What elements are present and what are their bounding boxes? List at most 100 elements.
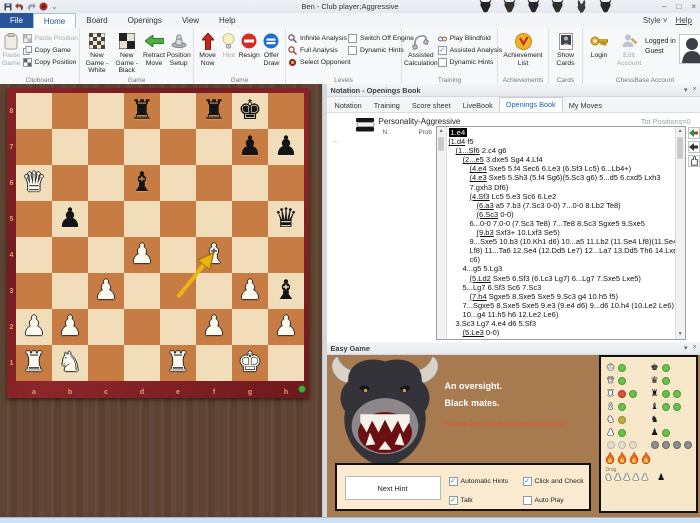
- tab-openings-book[interactable]: Openings Book: [499, 97, 563, 112]
- select-opponent-button[interactable]: Select Opponent: [288, 58, 346, 67]
- tab-training[interactable]: Training: [368, 99, 406, 112]
- move-line[interactable]: (4.e3 Sxe5 5.Sh3 (5.f4 Sg6)(5.Sc3 g6) 5.…: [447, 173, 675, 182]
- checkbox-icon[interactable]: [438, 58, 447, 67]
- moves-right-scrollbar[interactable]: ▲ ▼: [675, 127, 685, 339]
- minimize-button[interactable]: –: [662, 2, 666, 11]
- tab-score-sheet[interactable]: Score sheet: [406, 99, 457, 112]
- board-square-c7[interactable]: [88, 129, 124, 165]
- board-square-b4[interactable]: [52, 237, 88, 273]
- chess-piece-wP-g3[interactable]: ♟: [232, 273, 268, 309]
- help-menu[interactable]: Help: [676, 16, 692, 25]
- maximize-button[interactable]: □: [676, 2, 681, 11]
- moves-left-scrollbar[interactable]: ▲: [437, 127, 447, 339]
- scroll-up-icon[interactable]: ▲: [438, 128, 445, 135]
- board-square-b7[interactable]: [52, 129, 88, 165]
- checkbox-icon[interactable]: [523, 496, 532, 505]
- chess-piece-wN-b1[interactable]: ♞: [52, 345, 88, 381]
- move-line[interactable]: 10...g4 11.h5 h6 12.Le2 Le6): [447, 310, 675, 319]
- tab-my-moves[interactable]: My Moves: [563, 99, 608, 112]
- paste-position-button[interactable]: Paste Position: [23, 34, 78, 43]
- board-square-g4[interactable]: [232, 237, 268, 273]
- current-move[interactable]: 1.e4: [449, 128, 468, 137]
- back-arrow-button[interactable]: [688, 141, 700, 153]
- board-square-e2[interactable]: [160, 309, 196, 345]
- takeback-colored-arrow-button[interactable]: [688, 127, 700, 139]
- move-line[interactable]: (5.Ld2 Sxe5 6.Sf3 (6.Lc3 Lg7) 6...Lg7 7.…: [447, 274, 675, 283]
- board-square-h3[interactable]: ♝: [268, 273, 304, 309]
- chess-piece-bK-g8[interactable]: ♚: [232, 93, 268, 129]
- board-square-c8[interactable]: [88, 93, 124, 129]
- talk-checkbox[interactable]: ✓Talk: [449, 496, 473, 505]
- board-square-e3[interactable]: [160, 273, 196, 309]
- board-square-b6[interactable]: [52, 165, 88, 201]
- copy-game-button[interactable]: Copy Game: [23, 46, 78, 55]
- board-square-g8[interactable]: ♚: [232, 93, 268, 129]
- board-square-e8[interactable]: [160, 93, 196, 129]
- infinite-analysis-button[interactable]: Infinite Analysis: [288, 34, 346, 43]
- board-square-h4[interactable]: [268, 237, 304, 273]
- chess-piece-wP-f2[interactable]: ♟: [196, 309, 232, 345]
- board-square-a5[interactable]: [16, 201, 52, 237]
- move-line[interactable]: (9.b3 Sxf3+ 10.Lxf3 Se5): [447, 228, 675, 237]
- board-square-a1[interactable]: ♜: [16, 345, 52, 381]
- board-square-f7[interactable]: [196, 129, 232, 165]
- board-square-b1[interactable]: ♞: [52, 345, 88, 381]
- board-square-a3[interactable]: [16, 273, 52, 309]
- board-square-b5[interactable]: ♟: [52, 201, 88, 237]
- menu-tab-view[interactable]: View: [172, 13, 209, 28]
- chess-piece-wB-f4[interactable]: ♝: [196, 237, 232, 273]
- close-button[interactable]: ×: [691, 2, 696, 11]
- board-square-f6[interactable]: [196, 165, 232, 201]
- new-game-white-button[interactable]: New Game - White: [82, 30, 112, 75]
- chess-piece-wK-g1[interactable]: ♚: [232, 345, 268, 381]
- menu-tab-help[interactable]: Help: [209, 13, 245, 28]
- board-square-a7[interactable]: [16, 129, 52, 165]
- chess-piece-wP-a2[interactable]: ♟: [16, 309, 52, 345]
- chess-piece-bQ-h5[interactable]: ♛: [268, 201, 304, 237]
- scroll-up-icon[interactable]: ▲: [677, 128, 684, 135]
- move-line[interactable]: 7...Sgxe5 8.Sxe5 Sxe5 9.e3 (9.e4 d6) 9..…: [447, 301, 675, 310]
- board-square-d4[interactable]: ♟: [124, 237, 160, 273]
- chess-piece-bB-d6[interactable]: ♝: [124, 165, 160, 201]
- panel-close-icon[interactable]: ×: [692, 344, 696, 352]
- move-line[interactable]: (7.h4 Sgxe5 8.Sxe5 Sxe5 9.Sc3 g4 10.h5 f…: [447, 292, 675, 301]
- board-square-c2[interactable]: [88, 309, 124, 345]
- easy-game-header[interactable]: Easy Game ▾×: [327, 342, 700, 355]
- board-square-a6[interactable]: ♛: [16, 165, 52, 201]
- board-square-b3[interactable]: [52, 273, 88, 309]
- chess-piece-bR-d8[interactable]: ♜: [124, 93, 160, 129]
- move-line[interactable]: (5.Le3 0-0): [447, 328, 675, 337]
- move-line[interactable]: 1.e4: [447, 128, 675, 137]
- edit-account-button[interactable]: Edit Account: [613, 30, 645, 67]
- board-square-f8[interactable]: ♜: [196, 93, 232, 129]
- board-square-e5[interactable]: [160, 201, 196, 237]
- board-square-b8[interactable]: [52, 93, 88, 129]
- move-line[interactable]: 7.gxh3 Df6): [447, 183, 675, 192]
- chess-piece-wQ-a6[interactable]: ♛: [16, 165, 52, 201]
- checkbox-icon[interactable]: ✓: [449, 477, 458, 486]
- board-square-g3[interactable]: ♟: [232, 273, 268, 309]
- board-square-h5[interactable]: ♛: [268, 201, 304, 237]
- panel-menu-icon[interactable]: ▾: [684, 344, 688, 352]
- tab-notation[interactable]: Notation: [329, 99, 368, 112]
- move-line[interactable]: 3.Sc3 Lg7 4.e4 d6 5.Sf3: [447, 319, 675, 328]
- menu-tab-home[interactable]: Home: [33, 13, 76, 28]
- checkbox-icon[interactable]: ✓: [449, 496, 458, 505]
- board-square-d5[interactable]: [124, 201, 160, 237]
- board-square-h2[interactable]: ♟: [268, 309, 304, 345]
- dynamic-hints-training-checkbox[interactable]: Dynamic Hints: [438, 58, 503, 67]
- move-line[interactable]: c6): [447, 255, 675, 264]
- board-square-g5[interactable]: [232, 201, 268, 237]
- board-square-c3[interactable]: ♟: [88, 273, 124, 309]
- chess-piece-bB-h3[interactable]: ♝: [268, 273, 304, 309]
- assisted-calculation-button[interactable]: Assisted Calculation: [404, 30, 438, 67]
- scroll-down-icon[interactable]: ▼: [677, 331, 684, 338]
- board-square-f3[interactable]: [196, 273, 232, 309]
- move-line[interactable]: 6...0-0 7.0-0 (7.Sc3 Te8) 7...Te8 8.Sc3 …: [447, 219, 675, 228]
- style-menu[interactable]: Style ˅: [643, 16, 668, 25]
- chess-board[interactable]: ♜♜♚♟♟♛♝♟♛♟♝♟♟♝♟♟♟♟♜♞♜♚ 87654321 abcdefgh: [7, 88, 309, 398]
- move-line[interactable]: 5...Lg7 6.Sf3 Sc6 7.Sc3: [447, 283, 675, 292]
- panel-menu-icon[interactable]: ▾: [684, 86, 688, 94]
- move-line[interactable]: (6.a3 a5 7.b3 (7.Sc3 0-0) 7...0-0 8.Lb2 …: [447, 201, 675, 210]
- board-square-c4[interactable]: [88, 237, 124, 273]
